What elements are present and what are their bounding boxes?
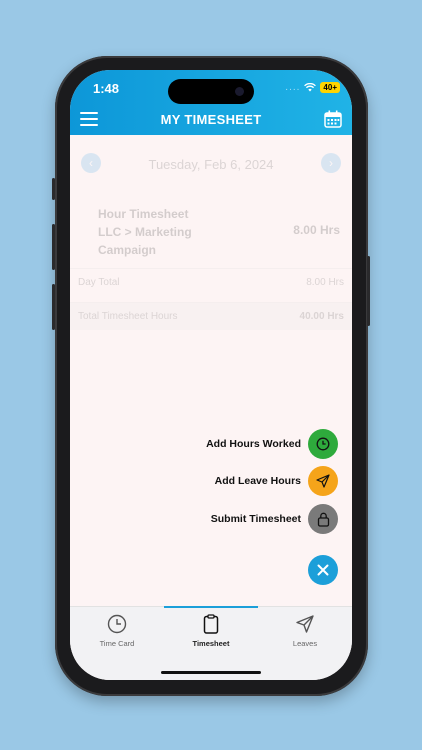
clock-icon (107, 614, 127, 634)
submit-timesheet-action[interactable]: Submit Timesheet (211, 504, 338, 534)
selected-date: Tuesday, Feb 6, 2024 (148, 157, 274, 172)
status-indicators: .... 40+ (285, 82, 340, 93)
dynamic-island (168, 79, 254, 104)
bottom-tab-bar: Time Card Timesheet Leaves (70, 606, 352, 680)
tab-timesheet-label: Timesheet (192, 639, 230, 648)
timesheet-total-value: 40.00 Hrs (299, 311, 344, 322)
day-total-label: Day Total (78, 277, 120, 288)
close-actions-button[interactable] (308, 555, 338, 585)
app-header: 1:48 .... 40+ MY TIMESHEET (70, 70, 352, 135)
add-leave-button[interactable] (308, 466, 338, 496)
timesheet-total-label: Total Timesheet Hours (78, 311, 178, 322)
lock-icon (317, 512, 329, 527)
close-icon (317, 564, 329, 576)
add-hours-action[interactable]: Add Hours Worked (206, 429, 338, 459)
entry-project-name[interactable]: Hour Timesheet LLC > Marketing Campaign (98, 205, 208, 259)
status-time: 1:48 (93, 81, 120, 96)
phone-power-button (367, 256, 370, 326)
timesheet-total-row: Total Timesheet Hours 40.00 Hrs (70, 302, 352, 330)
day-total-row: Day Total 8.00 Hrs (70, 268, 352, 296)
next-day-button[interactable]: › (321, 153, 341, 173)
clipboard-icon (203, 614, 219, 634)
signal-dots: .... (285, 82, 301, 93)
tab-leaves-label: Leaves (292, 639, 318, 648)
tab-time-card-label: Time Card (99, 639, 135, 648)
entry-hours: 8.00 Hrs (293, 223, 340, 237)
send-icon (296, 615, 314, 633)
send-icon (316, 474, 330, 488)
timesheet-content: ‹ Tuesday, Feb 6, 2024 › Hour Timesheet … (70, 135, 352, 605)
phone-volume-down (52, 284, 55, 330)
submit-timesheet-button[interactable] (308, 504, 338, 534)
calendar-icon[interactable] (324, 110, 342, 128)
home-indicator (161, 671, 261, 674)
wifi-icon (304, 83, 317, 92)
clock-icon (316, 437, 330, 451)
camera-icon (235, 87, 244, 96)
add-leave-action[interactable]: Add Leave Hours (215, 466, 338, 496)
app-screen: 1:48 .... 40+ MY TIMESHEET ‹ Tuesday, Fe… (70, 70, 352, 680)
active-tab-indicator (164, 606, 258, 608)
submit-timesheet-label: Submit Timesheet (210, 513, 301, 525)
phone-volume-up (52, 224, 55, 270)
add-leave-label: Add Leave Hours (214, 475, 301, 487)
phone-silent-switch (52, 178, 55, 200)
add-hours-button[interactable] (308, 429, 338, 459)
page-title: MY TIMESHEET (160, 112, 262, 127)
add-hours-label: Add Hours Worked (206, 438, 301, 450)
battery-badge: 40+ (320, 82, 340, 93)
chevron-right-icon: › (329, 156, 333, 170)
day-total-value: 8.00 Hrs (306, 277, 344, 288)
